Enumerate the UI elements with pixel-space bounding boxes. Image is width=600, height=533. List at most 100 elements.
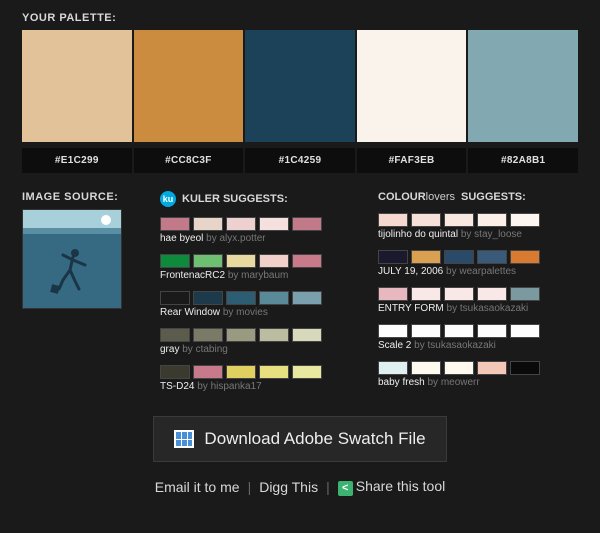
suggestion-author: by ctabing <box>182 344 228 355</box>
suggestion-swatch-row[interactable] <box>378 324 578 338</box>
hex-value[interactable]: #82A8B1 <box>468 148 578 173</box>
mini-swatch <box>510 213 540 227</box>
mini-swatch <box>378 361 408 375</box>
suggestion-name: hae byeol <box>160 233 206 244</box>
mini-swatch <box>259 328 289 342</box>
mini-swatch <box>378 250 408 264</box>
mini-swatch <box>378 324 408 338</box>
palette-swatch[interactable] <box>22 30 132 142</box>
digg-link[interactable]: Digg This <box>259 479 318 495</box>
palette-swatch[interactable] <box>357 30 467 142</box>
suggestion-swatch-row[interactable] <box>378 213 578 227</box>
download-swatch-button[interactable]: Download Adobe Swatch File <box>153 416 446 462</box>
mini-swatch <box>411 361 441 375</box>
suggestion-swatch-row[interactable] <box>160 291 360 305</box>
mini-swatch <box>411 324 441 338</box>
hex-value[interactable]: #E1C299 <box>22 148 132 173</box>
colourlovers-header: COLOURlovers SUGGESTS: <box>378 191 578 203</box>
mini-swatch <box>226 254 256 268</box>
suggestion-label[interactable]: Scale 2 by tsukasaokazaki <box>378 340 578 351</box>
suggestion-name: Scale 2 <box>378 340 414 351</box>
mini-swatch <box>160 254 190 268</box>
mini-swatch <box>259 254 289 268</box>
image-source-title: IMAGE SOURCE: <box>22 191 142 203</box>
suggestion-label[interactable]: Rear Window by movies <box>160 307 360 318</box>
mini-swatch <box>444 361 474 375</box>
mini-swatch <box>193 365 223 379</box>
palette-swatch[interactable] <box>245 30 355 142</box>
mini-swatch <box>160 291 190 305</box>
suggestion-name: tijolinho do quintal <box>378 229 461 240</box>
suggestion-swatch-row[interactable] <box>378 361 578 375</box>
mini-swatch <box>510 324 540 338</box>
suggestion-swatch-row[interactable] <box>160 365 360 379</box>
suggestion-label[interactable]: JULY 19, 2006 by wearpalettes <box>378 266 578 277</box>
suggestion-name: TS-D24 <box>160 381 197 392</box>
kuler-header: ku KULER SUGGESTS: <box>160 191 360 207</box>
mini-swatch <box>226 365 256 379</box>
suggestion-author: by tsukasaokazaki <box>414 340 496 351</box>
email-link[interactable]: Email it to me <box>155 479 240 495</box>
palette-swatch[interactable] <box>134 30 244 142</box>
suggestion-author: by alyx.potter <box>206 233 265 244</box>
cl-bold: COLOUR <box>378 191 426 203</box>
mini-swatch <box>292 217 322 231</box>
suggestion-swatch-row[interactable] <box>378 250 578 264</box>
kuler-list: hae byeol by alyx.potter FrontenacRC2 by … <box>160 217 360 392</box>
suggestion-label[interactable]: hae byeol by alyx.potter <box>160 233 360 244</box>
suggestion-label[interactable]: ENTRY FORM by tsukasaokazaki <box>378 303 578 314</box>
suggestion-label[interactable]: FrontenacRC2 by marybaum <box>160 270 360 281</box>
mini-swatch <box>444 324 474 338</box>
suggestion-author: by meowerr <box>427 377 479 388</box>
kuler-suggests-label: KULER SUGGESTS: <box>182 193 288 205</box>
your-palette-title: YOUR PALETTE: <box>22 12 578 24</box>
mini-swatch <box>510 250 540 264</box>
mini-swatch <box>444 287 474 301</box>
suggestion-label[interactable]: tijolinho do quintal by stay_loose <box>378 229 578 240</box>
mini-swatch <box>477 250 507 264</box>
mini-swatch <box>160 365 190 379</box>
hex-value[interactable]: #FAF3EB <box>357 148 467 173</box>
palette-row <box>22 30 578 142</box>
mini-swatch <box>193 291 223 305</box>
hex-value[interactable]: #1C4259 <box>245 148 355 173</box>
suggestion-label[interactable]: gray by ctabing <box>160 344 360 355</box>
suggestion-name: baby fresh <box>378 377 427 388</box>
suggestion-swatch-row[interactable] <box>378 287 578 301</box>
mini-swatch <box>292 365 322 379</box>
mini-swatch <box>193 328 223 342</box>
suggestion-swatch-row[interactable] <box>160 328 360 342</box>
colourlovers-list: tijolinho do quintal by stay_loose JULY 1… <box>378 213 578 388</box>
mini-swatch <box>226 217 256 231</box>
palette-swatch[interactable] <box>468 30 578 142</box>
suggestion-label[interactable]: TS-D24 by hispanka17 <box>160 381 360 392</box>
mini-swatch <box>226 328 256 342</box>
mini-swatch <box>477 361 507 375</box>
cl-suffix: SUGGESTS: <box>461 191 526 203</box>
suggestion-name: FrontenacRC2 <box>160 270 228 281</box>
mini-swatch <box>193 217 223 231</box>
mini-swatch <box>378 213 408 227</box>
suggestion-name: JULY 19, 2006 <box>378 266 446 277</box>
mini-swatch <box>477 287 507 301</box>
share-link[interactable]: <Share this tool <box>338 478 446 496</box>
mini-swatch <box>411 250 441 264</box>
mini-swatch <box>160 328 190 342</box>
swatch-file-icon <box>174 430 194 448</box>
source-image[interactable] <box>22 209 122 309</box>
cl-light: lovers <box>426 191 455 203</box>
suggestion-swatch-row[interactable] <box>160 217 360 231</box>
mini-swatch <box>259 217 289 231</box>
share-label: Share this tool <box>356 478 446 494</box>
suggestion-author: by movies <box>223 307 268 318</box>
mini-swatch <box>292 254 322 268</box>
suggestion-swatch-row[interactable] <box>160 254 360 268</box>
suggestion-name: gray <box>160 344 182 355</box>
suggestion-label[interactable]: baby fresh by meowerr <box>378 377 578 388</box>
mini-swatch <box>292 291 322 305</box>
hex-value[interactable]: #CC8C3F <box>134 148 244 173</box>
mini-swatch <box>444 213 474 227</box>
suggestion-author: by tsukasaokazaki <box>447 303 529 314</box>
suggestion-author: by hispanka17 <box>197 381 262 392</box>
mini-swatch <box>477 324 507 338</box>
